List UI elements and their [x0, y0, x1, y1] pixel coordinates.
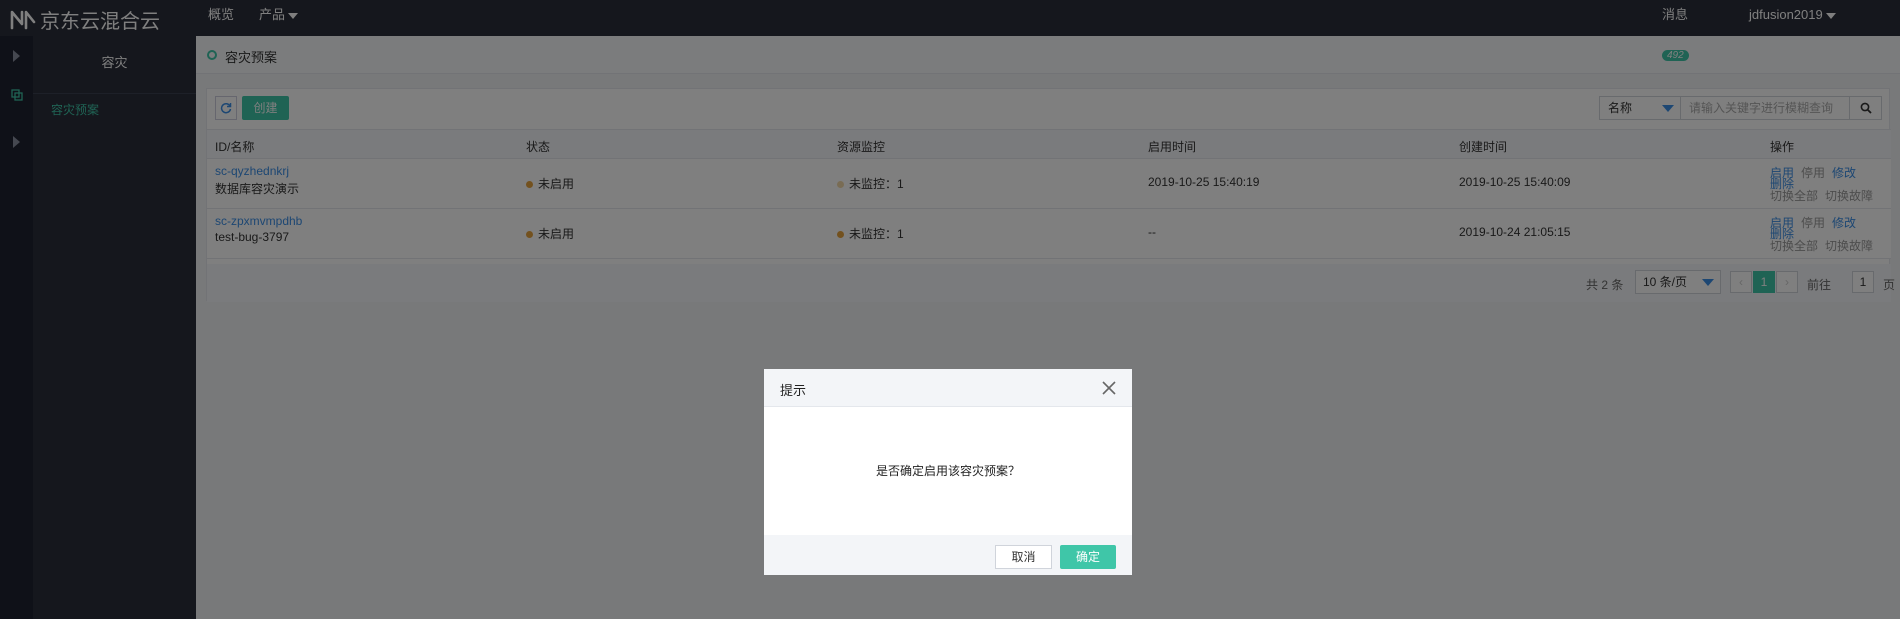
close-icon[interactable]: [1100, 379, 1118, 397]
confirm-button[interactable]: 确定: [1060, 545, 1116, 569]
dialog-footer: 取消 确定: [764, 535, 1132, 575]
cancel-button[interactable]: 取消: [995, 545, 1052, 569]
dialog-message: 是否确定启用该容灾预案？: [875, 464, 1020, 478]
dialog-title: 提示: [780, 383, 807, 398]
dialog-header: 提示: [764, 369, 1132, 407]
confirm-dialog: 提示 是否确定启用该容灾预案？ 取消 确定: [764, 369, 1132, 575]
